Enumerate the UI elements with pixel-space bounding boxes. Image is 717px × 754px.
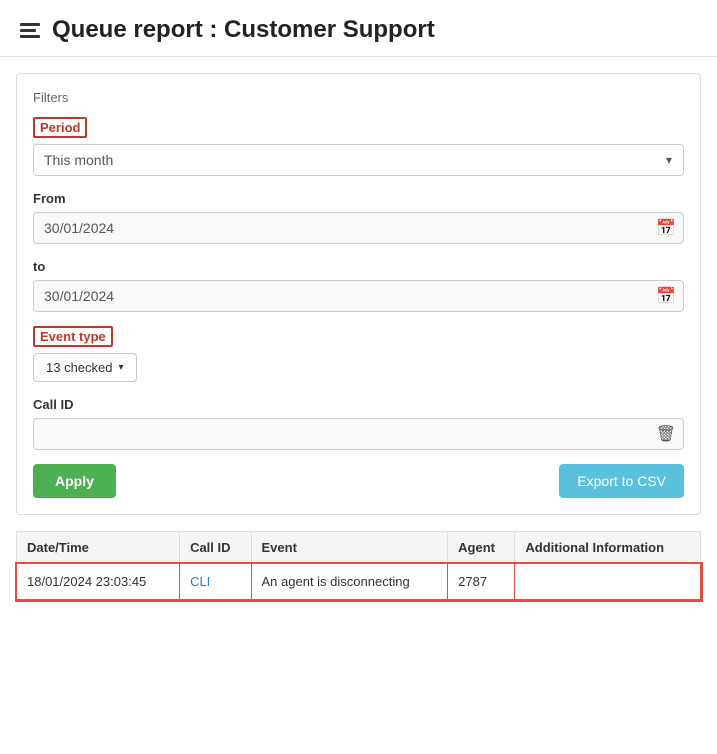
apply-button[interactable]: Apply — [33, 464, 116, 498]
call-id-link[interactable]: CLI — [190, 574, 210, 589]
to-input-wrapper: 📅 — [33, 280, 684, 312]
event-type-value: 13 checked — [46, 360, 113, 375]
filters-label: Filters — [33, 90, 684, 105]
event-type-label: Event type — [33, 326, 113, 347]
period-select-wrapper: This month Last month This week Last wee… — [33, 144, 684, 176]
cell-datetime: 18/01/2024 23:03:45 — [17, 564, 180, 600]
col-call-id: Call ID — [180, 532, 251, 564]
actions-row: Apply Export to CSV — [33, 464, 684, 498]
cell-additional-info — [515, 564, 701, 600]
page-header: Queue report : Customer Support — [0, 0, 717, 57]
call-id-input[interactable] — [33, 418, 684, 450]
col-event: Event — [251, 532, 448, 564]
period-field-group: Period This month Last month This week L… — [33, 117, 684, 176]
to-label: to — [33, 259, 45, 274]
table-row: 18/01/2024 23:03:45 CLI An agent is disc… — [17, 564, 701, 600]
cell-agent: 2787 — [448, 564, 515, 600]
event-type-dropdown[interactable]: 13 checked ▾ — [33, 353, 137, 382]
from-input[interactable] — [33, 212, 684, 244]
filters-panel: Filters Period This month Last month Thi… — [16, 73, 701, 515]
results-table: Date/Time Call ID Event Agent Additional… — [16, 531, 701, 600]
call-id-label: Call ID — [33, 397, 73, 412]
period-select[interactable]: This month Last month This week Last wee… — [33, 144, 684, 176]
event-type-caret-icon: ▾ — [119, 362, 124, 373]
call-id-field-group: Call ID 🗑 — [33, 396, 684, 450]
call-id-input-wrapper: 🗑 — [33, 418, 684, 450]
table-header: Date/Time Call ID Event Agent Additional… — [17, 532, 701, 564]
table-body: 18/01/2024 23:03:45 CLI An agent is disc… — [17, 564, 701, 600]
page-title: Queue report : Customer Support — [52, 16, 435, 44]
from-input-wrapper: 📅 — [33, 212, 684, 244]
col-agent: Agent — [448, 532, 515, 564]
col-additional-info: Additional Information — [515, 532, 701, 564]
cell-event: An agent is disconnecting — [251, 564, 448, 600]
to-field-group: to 📅 — [33, 258, 684, 312]
period-label: Period — [33, 117, 87, 138]
cell-call-id: CLI — [180, 564, 251, 600]
from-label: From — [33, 191, 66, 206]
from-field-group: From 📅 — [33, 190, 684, 244]
export-csv-button[interactable]: Export to CSV — [559, 464, 684, 498]
to-input[interactable] — [33, 280, 684, 312]
event-type-field-group: Event type 13 checked ▾ — [33, 326, 684, 382]
menu-icon[interactable] — [20, 23, 40, 38]
col-datetime: Date/Time — [17, 532, 180, 564]
